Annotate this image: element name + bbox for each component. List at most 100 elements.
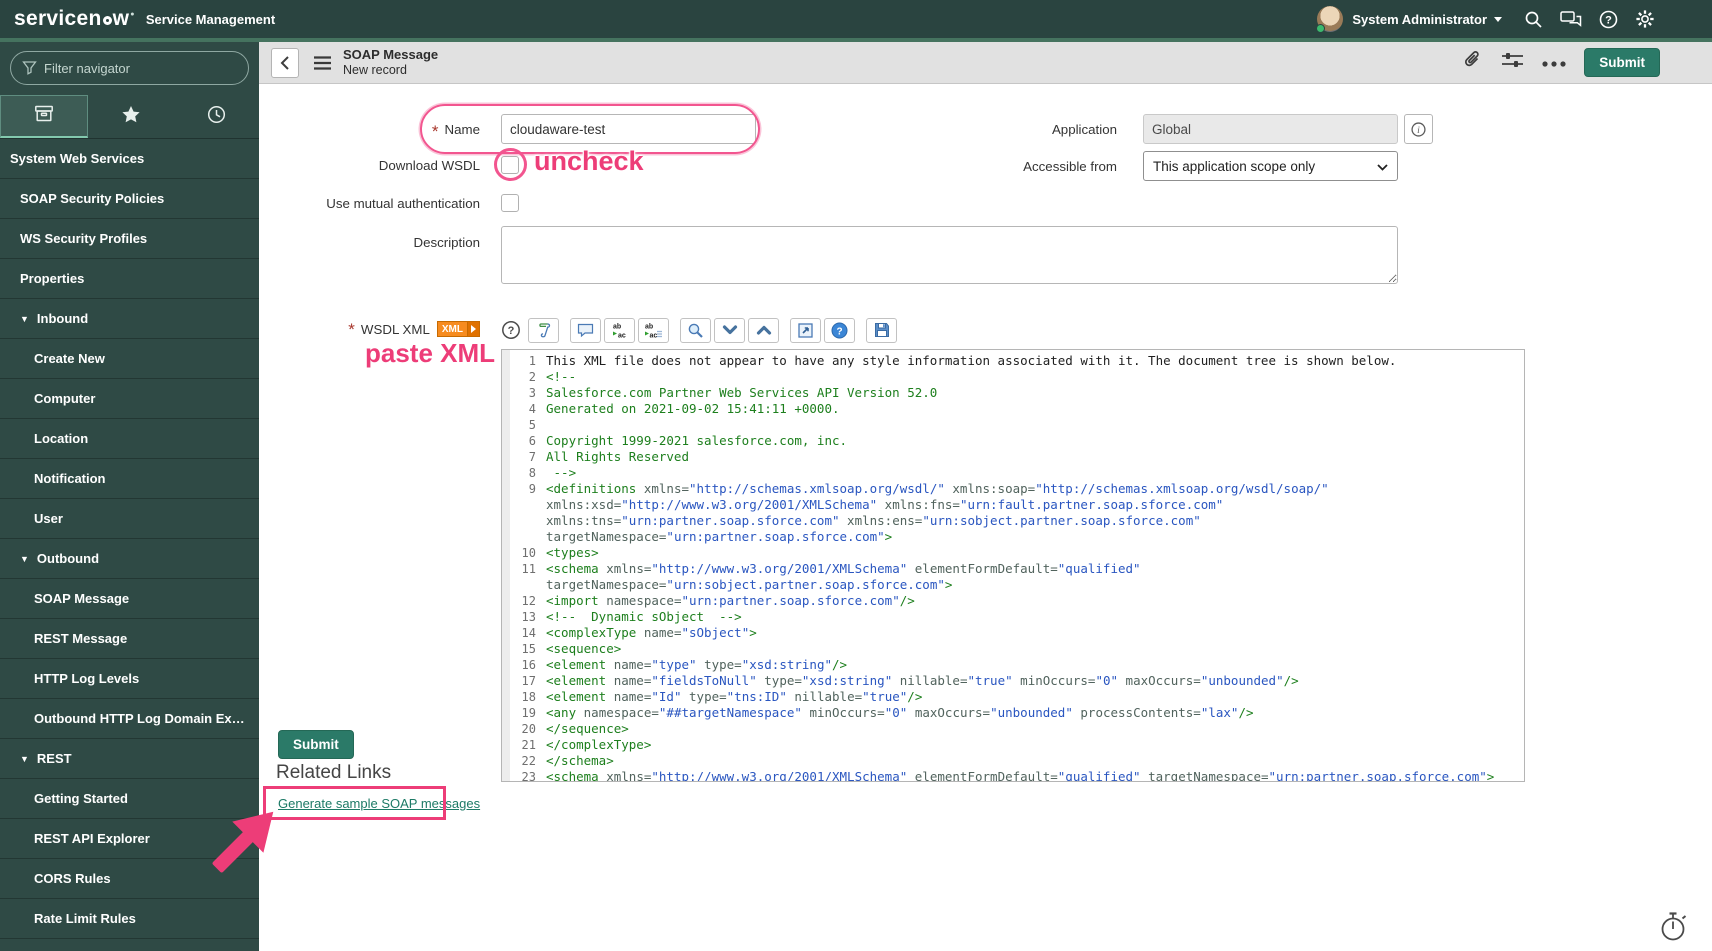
find-icon — [687, 322, 704, 339]
line-number: 23 — [521, 770, 536, 782]
sidebar-item-getting-started[interactable]: Getting Started — [0, 779, 259, 819]
sidebar-item-http-log-levels[interactable]: HTTP Log Levels — [0, 659, 259, 699]
logo-text: servicen — [14, 7, 102, 30]
line-number: 9 — [528, 482, 536, 496]
sidebar-item-inbound[interactable]: ▼ Inbound — [0, 299, 259, 339]
help-outline-icon[interactable]: ? — [501, 320, 521, 340]
line-content: <!-- Dynamic sObject --> — [546, 609, 742, 624]
help-toolbar-button[interactable]: ? — [824, 317, 855, 343]
editor-line: 23 <schema xmlns="http://www.w3.org/2001/… — [502, 769, 1524, 782]
replace-all-toolbar-button[interactable]: ab ac — [638, 317, 669, 343]
editor-line: 2 <!-- — [502, 369, 1524, 385]
application-input[interactable] — [1143, 114, 1398, 144]
sidebar-item-create-new[interactable]: Create New — [0, 339, 259, 379]
sidebar-item-soap-message[interactable]: SOAP Message — [0, 579, 259, 619]
more-options-icon[interactable] — [1542, 54, 1566, 72]
replace-toolbar-button[interactable]: ab ac — [604, 317, 635, 343]
svg-text:ac: ac — [650, 332, 658, 339]
editor-line: 3 Salesforce.com Partner Web Services API… — [502, 385, 1524, 401]
editor-line: 10 <types> — [502, 545, 1524, 561]
sidebar-item-computer[interactable]: Computer — [0, 379, 259, 419]
chevron-down-toolbar-button[interactable] — [714, 317, 745, 343]
filter-navigator-input[interactable] — [10, 51, 249, 85]
submit-button-bottom[interactable]: Submit — [278, 730, 354, 759]
editor-line: 18 <element name="Id" type="tns:ID" nilla… — [502, 689, 1524, 705]
status-dot — [1316, 24, 1326, 33]
save-icon — [874, 322, 890, 338]
collapse-triangle-icon: ▼ — [20, 313, 29, 324]
tab-history[interactable] — [173, 95, 259, 138]
search-icon[interactable] — [1524, 10, 1543, 29]
sidebar-item-outbound-http-log-domain-ex[interactable]: Outbound HTTP Log Domain Ex… — [0, 699, 259, 739]
tab-favorites[interactable] — [88, 95, 174, 138]
mutual-auth-checkbox[interactable] — [501, 194, 519, 212]
related-links-heading: Related Links — [276, 762, 392, 783]
name-input[interactable] — [501, 114, 756, 144]
submit-button-top[interactable]: Submit — [1584, 48, 1660, 77]
sidebar-item-label: Properties — [20, 271, 85, 286]
sidebar-item-label: Computer — [34, 391, 96, 406]
mutual-auth-label: Use mutual authentication — [326, 195, 480, 211]
sidebar-item-label: SOAP Security Policies — [20, 191, 165, 206]
application-info-button[interactable]: i — [1404, 114, 1433, 144]
line-number: 4 — [528, 402, 536, 416]
response-time-icon[interactable] — [1659, 910, 1689, 948]
sidebar-item-label: Location — [34, 431, 89, 446]
open-window-toolbar-button[interactable] — [790, 317, 821, 343]
description-textarea[interactable] — [501, 226, 1398, 284]
banner-right: System Administrator ? — [1316, 6, 1655, 33]
line-number: 12 — [521, 594, 536, 608]
avatar[interactable] — [1316, 6, 1344, 33]
back-button[interactable] — [271, 47, 299, 78]
accessible-from-select[interactable]: This application scope only — [1143, 151, 1398, 181]
sidebar-item-soap-security-policies[interactable]: SOAP Security Policies — [0, 179, 259, 219]
line-number: 6 — [528, 434, 536, 448]
chevron-up-toolbar-button[interactable] — [748, 317, 779, 343]
sidebar-item-label: REST — [36, 751, 72, 766]
line-number: 8 — [528, 466, 536, 480]
line-content: <import namespace="urn:partner.soap.sfor… — [546, 593, 915, 608]
sidebar-item-rest[interactable]: ▼ REST — [0, 739, 259, 779]
line-content: All Rights Reserved — [546, 449, 689, 464]
sidebar-item-cors-rules[interactable]: CORS Rules — [0, 859, 259, 899]
sidebar-item-user[interactable]: User — [0, 499, 259, 539]
gear-icon[interactable] — [1635, 9, 1655, 29]
sidebar-item-outbound[interactable]: ▼ Outbound — [0, 539, 259, 579]
sidebar-item-system-web-services[interactable]: System Web Services — [0, 139, 259, 179]
svg-text:ab: ab — [645, 323, 653, 330]
line-number: 19 — [521, 706, 536, 720]
comment-toolbar-button[interactable] — [570, 317, 601, 343]
sidebar: System Web Services SOAP Security Policie… — [0, 42, 259, 951]
sidebar-item-rest-api-explorer[interactable]: REST API Explorer — [0, 819, 259, 859]
download-wsdl-checkbox[interactable] — [501, 156, 519, 174]
help-icon[interactable]: ? — [1599, 10, 1618, 29]
top-banner: servicen w ● Service Management System Ad… — [0, 0, 1712, 38]
paperclip-icon[interactable] — [1463, 50, 1483, 76]
sidebar-item-rate-limit-rules[interactable]: Rate Limit Rules — [0, 899, 259, 939]
sidebar-item-ws-security-profiles[interactable]: WS Security Profiles — [0, 219, 259, 259]
editor-line: 19 <any namespace="##targetNamespace" min… — [502, 705, 1524, 721]
script-toolbar-button[interactable] — [528, 317, 559, 343]
line-content: Salesforce.com Partner Web Services API … — [546, 385, 938, 400]
line-number: 3 — [528, 386, 536, 400]
save-toolbar-button[interactable] — [866, 317, 897, 343]
form-context-menu-icon[interactable] — [313, 55, 332, 71]
svg-text:i: i — [1417, 124, 1420, 135]
sidebar-item-label: Rate Limit Rules — [34, 911, 136, 926]
sidebar-item-location[interactable]: Location — [0, 419, 259, 459]
generate-sample-soap-link[interactable]: Generate sample SOAP messages — [278, 796, 480, 811]
chevron-down-icon[interactable] — [1494, 16, 1502, 22]
sidebar-item-properties[interactable]: Properties — [0, 259, 259, 299]
sidebar-item-notification[interactable]: Notification — [0, 459, 259, 499]
sidebar-item-rest-message[interactable]: REST Message — [0, 619, 259, 659]
tab-all-applications[interactable] — [0, 95, 88, 138]
find-toolbar-button[interactable] — [680, 317, 711, 343]
editor-line: 16 <element name="type" type="xsd:string"… — [502, 657, 1524, 673]
xml-badge[interactable]: XML — [436, 321, 480, 337]
application-label: Application — [1051, 121, 1117, 137]
wsdl-xml-editor[interactable]: 1 This XML file does not appear to have a… — [501, 349, 1525, 782]
line-content: <any namespace="##targetNamespace" minOc… — [546, 705, 1254, 720]
personalize-form-icon[interactable] — [1501, 50, 1524, 75]
chat-icon[interactable] — [1560, 10, 1582, 29]
user-menu[interactable]: System Administrator — [1352, 12, 1487, 27]
